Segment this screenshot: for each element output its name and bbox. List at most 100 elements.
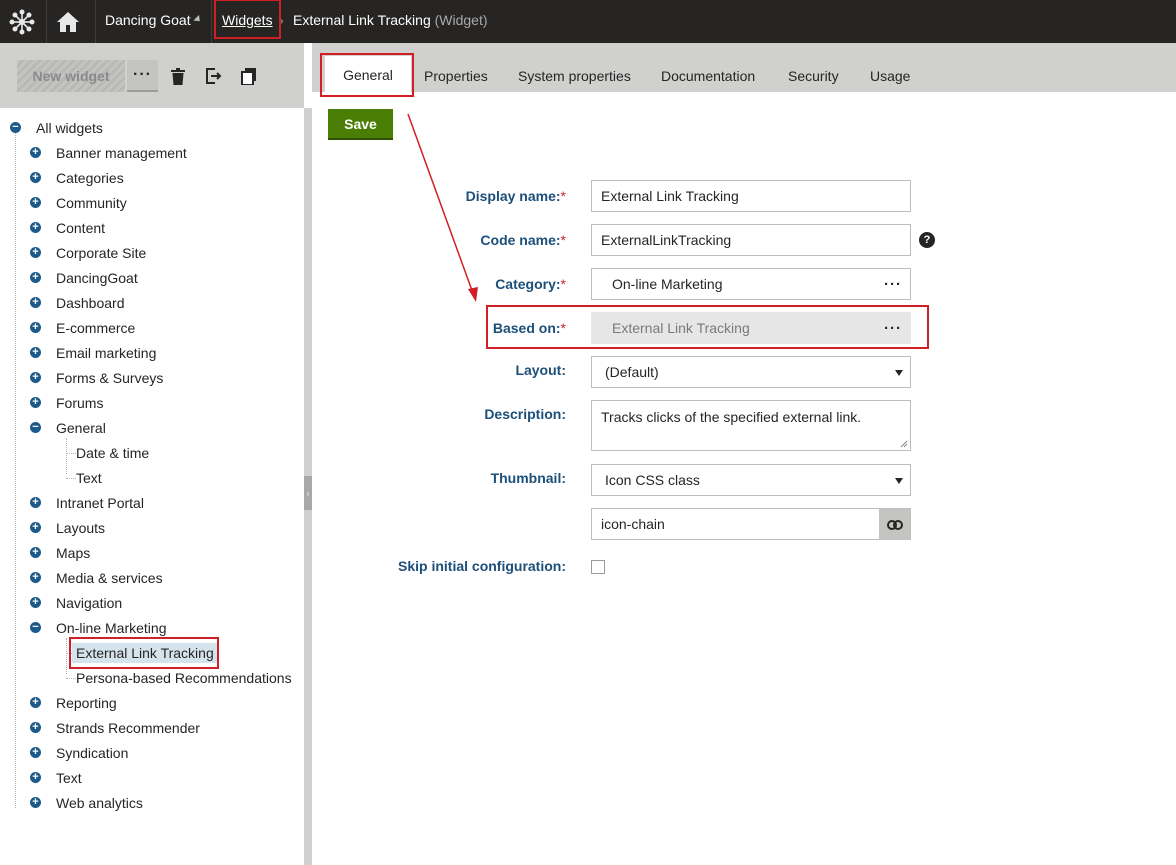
tree-node-label: Email marketing — [56, 345, 157, 361]
tree-root[interactable]: − All widgets — [10, 118, 103, 138]
tree-node-label: External Link Tracking — [72, 643, 218, 663]
expand-icon[interactable]: + — [30, 172, 41, 183]
save-button[interactable]: Save — [328, 109, 393, 140]
tab-usage[interactable]: Usage — [870, 68, 910, 84]
tree-node[interactable]: + Web analytics — [30, 793, 143, 813]
based-on-selector: External Link Tracking ··· — [591, 312, 911, 344]
tree-node[interactable]: + Layouts — [30, 518, 105, 538]
tree-node[interactable]: + Media & services — [30, 568, 163, 588]
layout-label: Layout: — [515, 362, 566, 378]
more-actions-button[interactable]: ··· — [127, 60, 158, 92]
tree-node-label: Community — [56, 195, 127, 211]
tree-node[interactable]: + Text — [30, 768, 82, 788]
expand-icon[interactable]: + — [30, 197, 41, 208]
new-widget-button[interactable]: New widget — [17, 60, 125, 92]
expand-icon[interactable]: + — [30, 147, 41, 158]
tree-node[interactable]: + Intranet Portal — [30, 493, 144, 513]
tree-node[interactable]: − On-line Marketing — [30, 618, 167, 638]
expand-icon[interactable]: + — [30, 572, 41, 583]
export-icon[interactable] — [205, 66, 223, 86]
collapse-panel-icon[interactable]: ‹ — [304, 476, 312, 510]
collapse-icon[interactable]: − — [30, 622, 41, 633]
category-label: Category:* — [495, 276, 566, 292]
expand-icon[interactable]: + — [30, 222, 41, 233]
description-textarea[interactable]: Tracks clicks of the specified external … — [591, 400, 911, 451]
chevron-down-icon[interactable] — [193, 14, 203, 25]
tree-node[interactable]: + Banner management — [30, 143, 187, 163]
help-icon[interactable]: ? — [919, 232, 935, 248]
display-name-label: Display name:* — [465, 188, 566, 204]
clone-icon[interactable] — [240, 66, 258, 86]
collapse-icon[interactable]: − — [30, 422, 41, 433]
link-icon[interactable] — [879, 509, 910, 540]
expand-icon[interactable]: + — [30, 247, 41, 258]
tree-node-label: Media & services — [56, 570, 163, 586]
tree-node[interactable]: + Strands Recommender — [30, 718, 200, 738]
tab-general[interactable]: General — [325, 56, 411, 93]
ellipsis-icon[interactable]: ··· — [884, 276, 902, 293]
expand-icon[interactable]: + — [30, 297, 41, 308]
tree-node-label: Text — [56, 770, 82, 786]
home-icon[interactable] — [48, 0, 88, 43]
tree-child-node[interactable]: External Link Tracking — [72, 643, 218, 663]
resize-handle-icon[interactable] — [900, 440, 908, 448]
ellipsis-icon[interactable]: ··· — [884, 320, 902, 337]
tree-node[interactable]: + Dashboard — [30, 293, 125, 313]
kentico-logo-icon[interactable] — [0, 0, 44, 43]
tree-node[interactable]: + Navigation — [30, 593, 122, 613]
expand-icon[interactable]: + — [30, 397, 41, 408]
tree-node-label: Dashboard — [56, 295, 125, 311]
tab-system-properties[interactable]: System properties — [518, 68, 631, 84]
breadcrumb-site[interactable]: Dancing Goat — [105, 12, 191, 28]
expand-icon[interactable]: + — [30, 347, 41, 358]
tree-node[interactable]: + Content — [30, 218, 105, 238]
expand-icon[interactable]: + — [30, 797, 41, 808]
display-name-field[interactable]: External Link Tracking — [591, 180, 911, 212]
expand-icon[interactable]: + — [30, 697, 41, 708]
tab-security[interactable]: Security — [788, 68, 839, 84]
tree-node[interactable]: + Reporting — [30, 693, 117, 713]
tree-child-node[interactable]: Persona-based Recommendations — [76, 668, 292, 688]
expand-icon[interactable]: + — [30, 772, 41, 783]
thumbnail-dropdown[interactable]: Icon CSS class — [591, 464, 911, 496]
expand-icon[interactable]: + — [30, 722, 41, 733]
tree-child-node[interactable]: Date & time — [76, 443, 149, 463]
expand-icon[interactable]: + — [30, 372, 41, 383]
tree-node[interactable]: + Forms & Surveys — [30, 368, 163, 388]
tree-node[interactable]: + Corporate Site — [30, 243, 146, 263]
tree-node[interactable]: + Maps — [30, 543, 90, 563]
tree-node[interactable]: + Categories — [30, 168, 124, 188]
tab-properties[interactable]: Properties — [424, 68, 488, 84]
expand-icon[interactable]: + — [30, 272, 41, 283]
skip-config-label: Skip initial configuration: — [398, 558, 566, 574]
expand-icon[interactable]: + — [30, 322, 41, 333]
icon-css-class-field[interactable]: icon-chain — [591, 508, 911, 540]
tree-node[interactable]: + E-commerce — [30, 318, 135, 338]
skip-config-checkbox[interactable] — [591, 560, 605, 574]
expand-icon[interactable]: + — [30, 747, 41, 758]
delete-icon[interactable] — [169, 66, 187, 86]
tree-node-label: On-line Marketing — [56, 620, 167, 636]
tree-node[interactable]: + Syndication — [30, 743, 128, 763]
tree-child-node[interactable]: Text — [76, 468, 102, 488]
widget-tree: − All widgets + Banner management + Categor… — [0, 108, 304, 865]
tree-node[interactable]: + Email marketing — [30, 343, 156, 363]
tree-node[interactable]: + DancingGoat — [30, 268, 138, 288]
dropdown-arrow-icon — [895, 370, 903, 376]
expand-icon[interactable]: + — [30, 522, 41, 533]
tree-node[interactable]: + Forums — [30, 393, 103, 413]
expand-icon[interactable]: + — [30, 497, 41, 508]
expand-icon[interactable]: + — [30, 597, 41, 608]
tree-node[interactable]: + Community — [30, 193, 127, 213]
left-toolbar: New widget ··· — [0, 43, 304, 108]
tree-node-label: Persona-based Recommendations — [76, 670, 292, 686]
breadcrumb-widgets-link[interactable]: Widgets — [222, 12, 273, 28]
code-name-field[interactable]: ExternalLinkTracking — [591, 224, 911, 256]
category-selector[interactable]: On-line Marketing ··· — [591, 268, 911, 300]
tab-documentation[interactable]: Documentation — [661, 68, 755, 84]
top-bar: Dancing Goat Widgets › External Link Tra… — [0, 0, 1176, 43]
expand-icon[interactable]: + — [30, 547, 41, 558]
collapse-icon[interactable]: − — [10, 122, 21, 133]
tree-node[interactable]: − General — [30, 418, 106, 438]
layout-dropdown[interactable]: (Default) — [591, 356, 911, 388]
